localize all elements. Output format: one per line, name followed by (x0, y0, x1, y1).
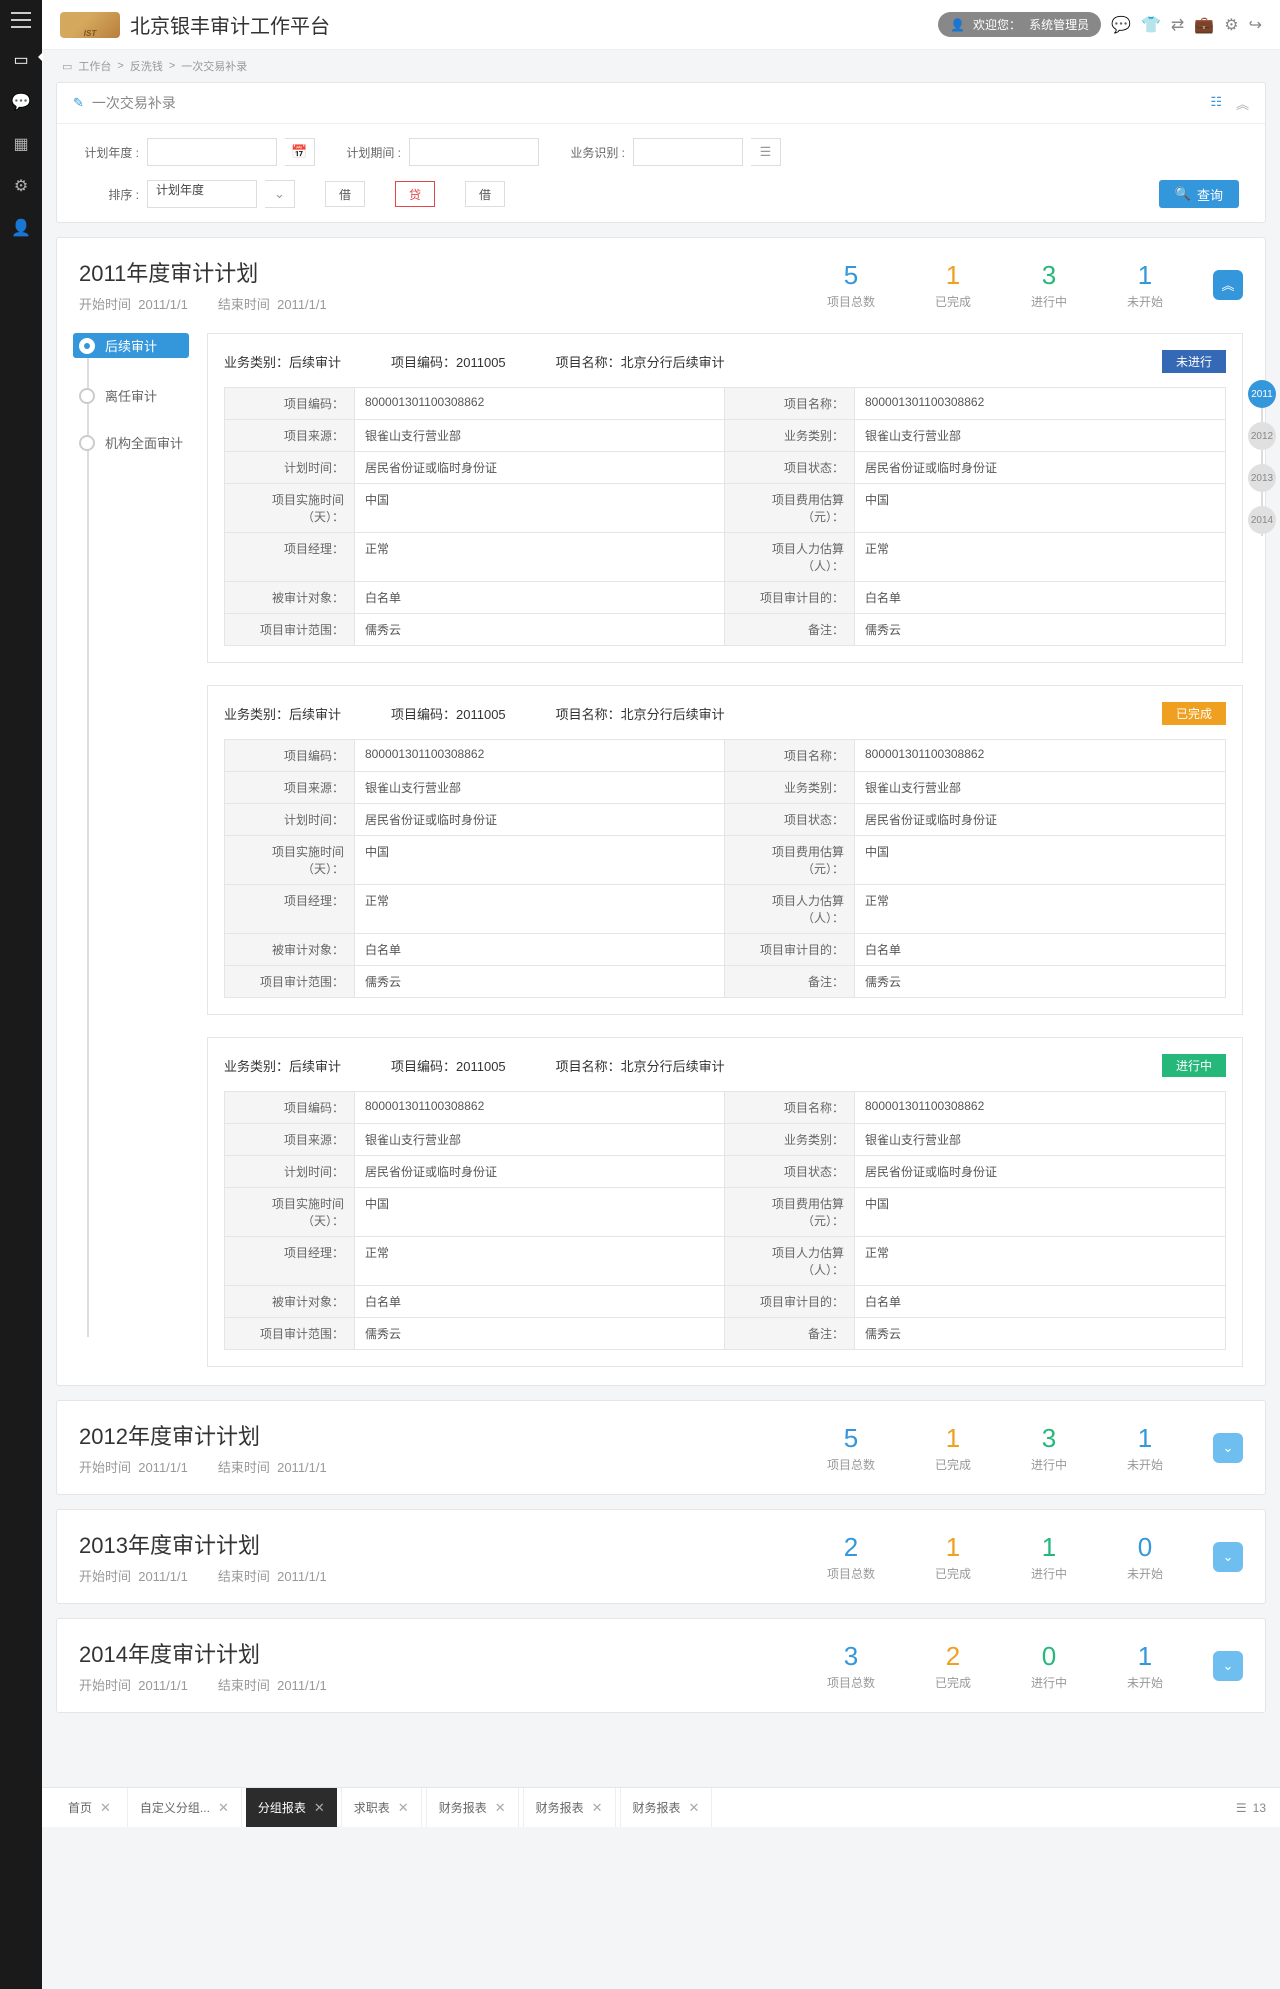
year-2011[interactable]: 2011 (1248, 380, 1276, 408)
message-icon[interactable]: 💬 (1111, 15, 1131, 35)
search-button[interactable]: 🔍查询 (1159, 180, 1239, 208)
nav-dashboard-icon[interactable]: ▭ (13, 50, 28, 70)
nav-building-icon[interactable]: ▦ (13, 134, 28, 154)
tab-5[interactable]: 财务报表✕ (523, 1788, 616, 1827)
debit-button-1[interactable]: 借 (325, 181, 365, 207)
project-card: 业务类别：后续审计 项目编码：2011005 项目名称：北京分行后续审计 已完成… (207, 685, 1243, 1015)
nav-gear-icon[interactable]: ⚙ (14, 176, 28, 196)
biz-input[interactable] (633, 138, 743, 166)
toggle-plan-button[interactable]: ⌄ (1213, 1651, 1243, 1681)
step-0[interactable]: 后续审计 (73, 333, 189, 358)
credit-button[interactable]: 贷 (395, 181, 435, 207)
project-card: 业务类别：后续审计 项目编码：2011005 项目名称：北京分行后续审计 进行中… (207, 1037, 1243, 1367)
panel-title: 一次交易补录 (92, 93, 176, 113)
close-tab-icon[interactable]: ✕ (100, 1800, 111, 1816)
close-tab-icon[interactable]: ✕ (314, 1800, 325, 1816)
close-tab-icon[interactable]: ✕ (398, 1800, 409, 1816)
toggle-plan-button[interactable]: ⌄ (1213, 1433, 1243, 1463)
debit-button-2[interactable]: 借 (465, 181, 505, 207)
close-tab-icon[interactable]: ✕ (592, 1800, 603, 1816)
toggle-plan-button[interactable]: ︽ (1213, 270, 1243, 300)
plan-title: 2014年度审计计划 (79, 1637, 327, 1669)
briefcase-icon[interactable]: 💼 (1194, 15, 1214, 35)
logo: IST (60, 12, 120, 38)
biz-select-icon[interactable]: ☰ (751, 138, 781, 166)
swap-icon[interactable]: ⇄ (1171, 15, 1184, 35)
tab-0[interactable]: 首页✕ (56, 1788, 123, 1827)
tab-1[interactable]: 自定义分组...✕ (127, 1788, 242, 1827)
chart-icon[interactable]: ☷ (1210, 94, 1222, 113)
status-tag: 已完成 (1162, 702, 1226, 725)
feather-icon: ✎ (73, 95, 84, 111)
shirt-icon[interactable]: 👕 (1141, 15, 1161, 35)
close-tab-icon[interactable]: ✕ (689, 1800, 700, 1816)
year-2013[interactable]: 2013 (1248, 464, 1276, 492)
project-card: 业务类别：后续审计 项目编码：2011005 项目名称：北京分行后续审计 未进行… (207, 333, 1243, 663)
year-2014[interactable]: 2014 (1248, 506, 1276, 534)
nav-user-icon[interactable]: 👤 (11, 218, 31, 238)
tab-4[interactable]: 财务报表✕ (426, 1788, 519, 1827)
status-tag: 未进行 (1162, 350, 1226, 373)
breadcrumb: ▭ 工作台 > 反洗钱 > 一次交易补录 (42, 50, 1280, 82)
close-tab-icon[interactable]: ✕ (495, 1800, 506, 1816)
tab-list-icon[interactable]: ☰ (1236, 1801, 1247, 1815)
plan-title: 2013年度审计计划 (79, 1528, 327, 1560)
period-input[interactable] (409, 138, 539, 166)
plan-title: 2012年度审计计划 (79, 1419, 327, 1451)
hamburger-icon[interactable] (11, 12, 31, 28)
tab-count: 13 (1253, 1801, 1266, 1815)
toggle-plan-button[interactable]: ⌄ (1213, 1542, 1243, 1572)
calendar-icon[interactable]: 📅 (285, 138, 315, 166)
tab-3[interactable]: 求职表✕ (341, 1788, 422, 1827)
status-tag: 进行中 (1162, 1054, 1226, 1077)
tab-6[interactable]: 财务报表✕ (620, 1788, 713, 1827)
user-pill[interactable]: 👤 欢迎您： 系统管理员 (938, 12, 1101, 37)
app-title: 北京银丰审计工作平台 (130, 10, 330, 39)
sort-select[interactable]: 计划年度 (147, 180, 257, 208)
year-input[interactable] (147, 138, 277, 166)
avatar-icon: 👤 (950, 18, 965, 32)
year-2012[interactable]: 2012 (1248, 422, 1276, 450)
step-1[interactable]: 离任审计 (79, 386, 189, 405)
collapse-icon[interactable]: ︽ (1236, 94, 1249, 113)
search-icon: 🔍 (1175, 186, 1191, 202)
settings-icon[interactable]: ⚙ (1224, 15, 1238, 35)
close-tab-icon[interactable]: ✕ (218, 1800, 229, 1816)
step-2[interactable]: 机构全面审计 (79, 433, 189, 452)
logout-icon[interactable]: ↪ (1249, 15, 1262, 35)
nav-chat-icon[interactable]: 💬 (11, 92, 31, 112)
tab-2[interactable]: 分组报表✕ (246, 1788, 337, 1827)
sort-chevron-icon[interactable]: ⌄ (265, 180, 295, 208)
plan-title: 2011年度审计计划 (79, 256, 327, 288)
